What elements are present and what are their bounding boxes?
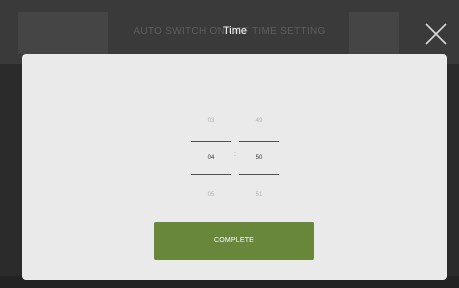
minute-next-value[interactable]: 51: [239, 192, 279, 198]
hour-selected-value: 04: [207, 155, 215, 161]
minute-selected-row[interactable]: 50: [239, 141, 279, 175]
screen: AUTO SWITCH ON/OFF TIME SETTING Time 03 …: [0, 0, 459, 288]
hour-selected-row[interactable]: 04: [191, 141, 231, 175]
dialog-title: Time: [222, 25, 248, 37]
hour-prev-value[interactable]: 03: [191, 118, 231, 124]
minute-prev-value[interactable]: 49: [239, 118, 279, 124]
close-icon: [425, 23, 447, 45]
close-button[interactable]: [422, 20, 450, 48]
hour-next-value[interactable]: 05: [191, 192, 231, 198]
complete-button[interactable]: COMPLETE: [154, 222, 314, 260]
minute-selected-value: 50: [255, 155, 263, 161]
